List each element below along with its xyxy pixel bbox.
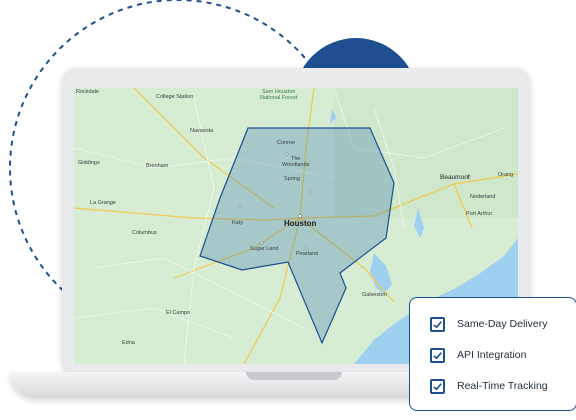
checkbox-checked-icon xyxy=(430,347,445,363)
feature-item-real-time-tracking: Real-Time Tracking xyxy=(430,376,548,396)
checkbox-checked-icon xyxy=(430,378,445,394)
map-label-sam-houston-forest: Sam Houston National Forest xyxy=(260,89,297,101)
feature-item-same-day-delivery: Same-Day Delivery xyxy=(430,314,547,334)
checkbox-checked-icon xyxy=(430,316,445,332)
map-label-brenham: Brenham xyxy=(146,163,169,169)
map-label-the-woodlands-line2: Woodlands xyxy=(282,162,310,168)
feature-card: Same-Day Delivery API Integration Real-T… xyxy=(409,297,576,411)
map-label-rockdale: Rockdale xyxy=(76,89,99,95)
map-label-galveston: Galveston xyxy=(362,292,387,298)
map-label-sam-houston-line2: National Forest xyxy=(260,95,298,101)
map-label-orange: Orang xyxy=(498,172,514,178)
feature-label: API Integration xyxy=(457,349,527,361)
map-label-la-grange: La Grange xyxy=(90,200,116,206)
map-label-pearland: Pearland xyxy=(296,251,319,257)
map-label-giddings: Giddings xyxy=(78,160,100,166)
map-label-beaumont: Beaumont xyxy=(440,174,470,181)
map-label-conroe: Conroe xyxy=(277,140,296,146)
feature-label: Real-Time Tracking xyxy=(457,380,548,392)
feature-item-api-integration: API Integration xyxy=(430,345,526,365)
map-label-spring: Spring xyxy=(284,176,300,182)
map-label-houston: Houston xyxy=(284,219,317,228)
map-label-college-station: College Station xyxy=(156,94,194,100)
map-label-the-woodlands: The Woodlands xyxy=(282,156,309,168)
laptop-notch xyxy=(246,372,342,380)
map-label-katy: Katy xyxy=(232,220,244,226)
map-label-sugar-land: Sugar Land xyxy=(250,246,279,252)
map-label-columbus: Columbus xyxy=(132,230,157,236)
map-label-edna: Edna xyxy=(122,340,135,346)
map-label-el-campo: El Campo xyxy=(166,310,191,316)
map-label-navasota: Navasota xyxy=(190,128,214,134)
map-label-nederland: Nederland xyxy=(470,194,496,200)
feature-label: Same-Day Delivery xyxy=(457,318,548,330)
map-label-port-arthur: Port Arthur xyxy=(466,211,493,217)
